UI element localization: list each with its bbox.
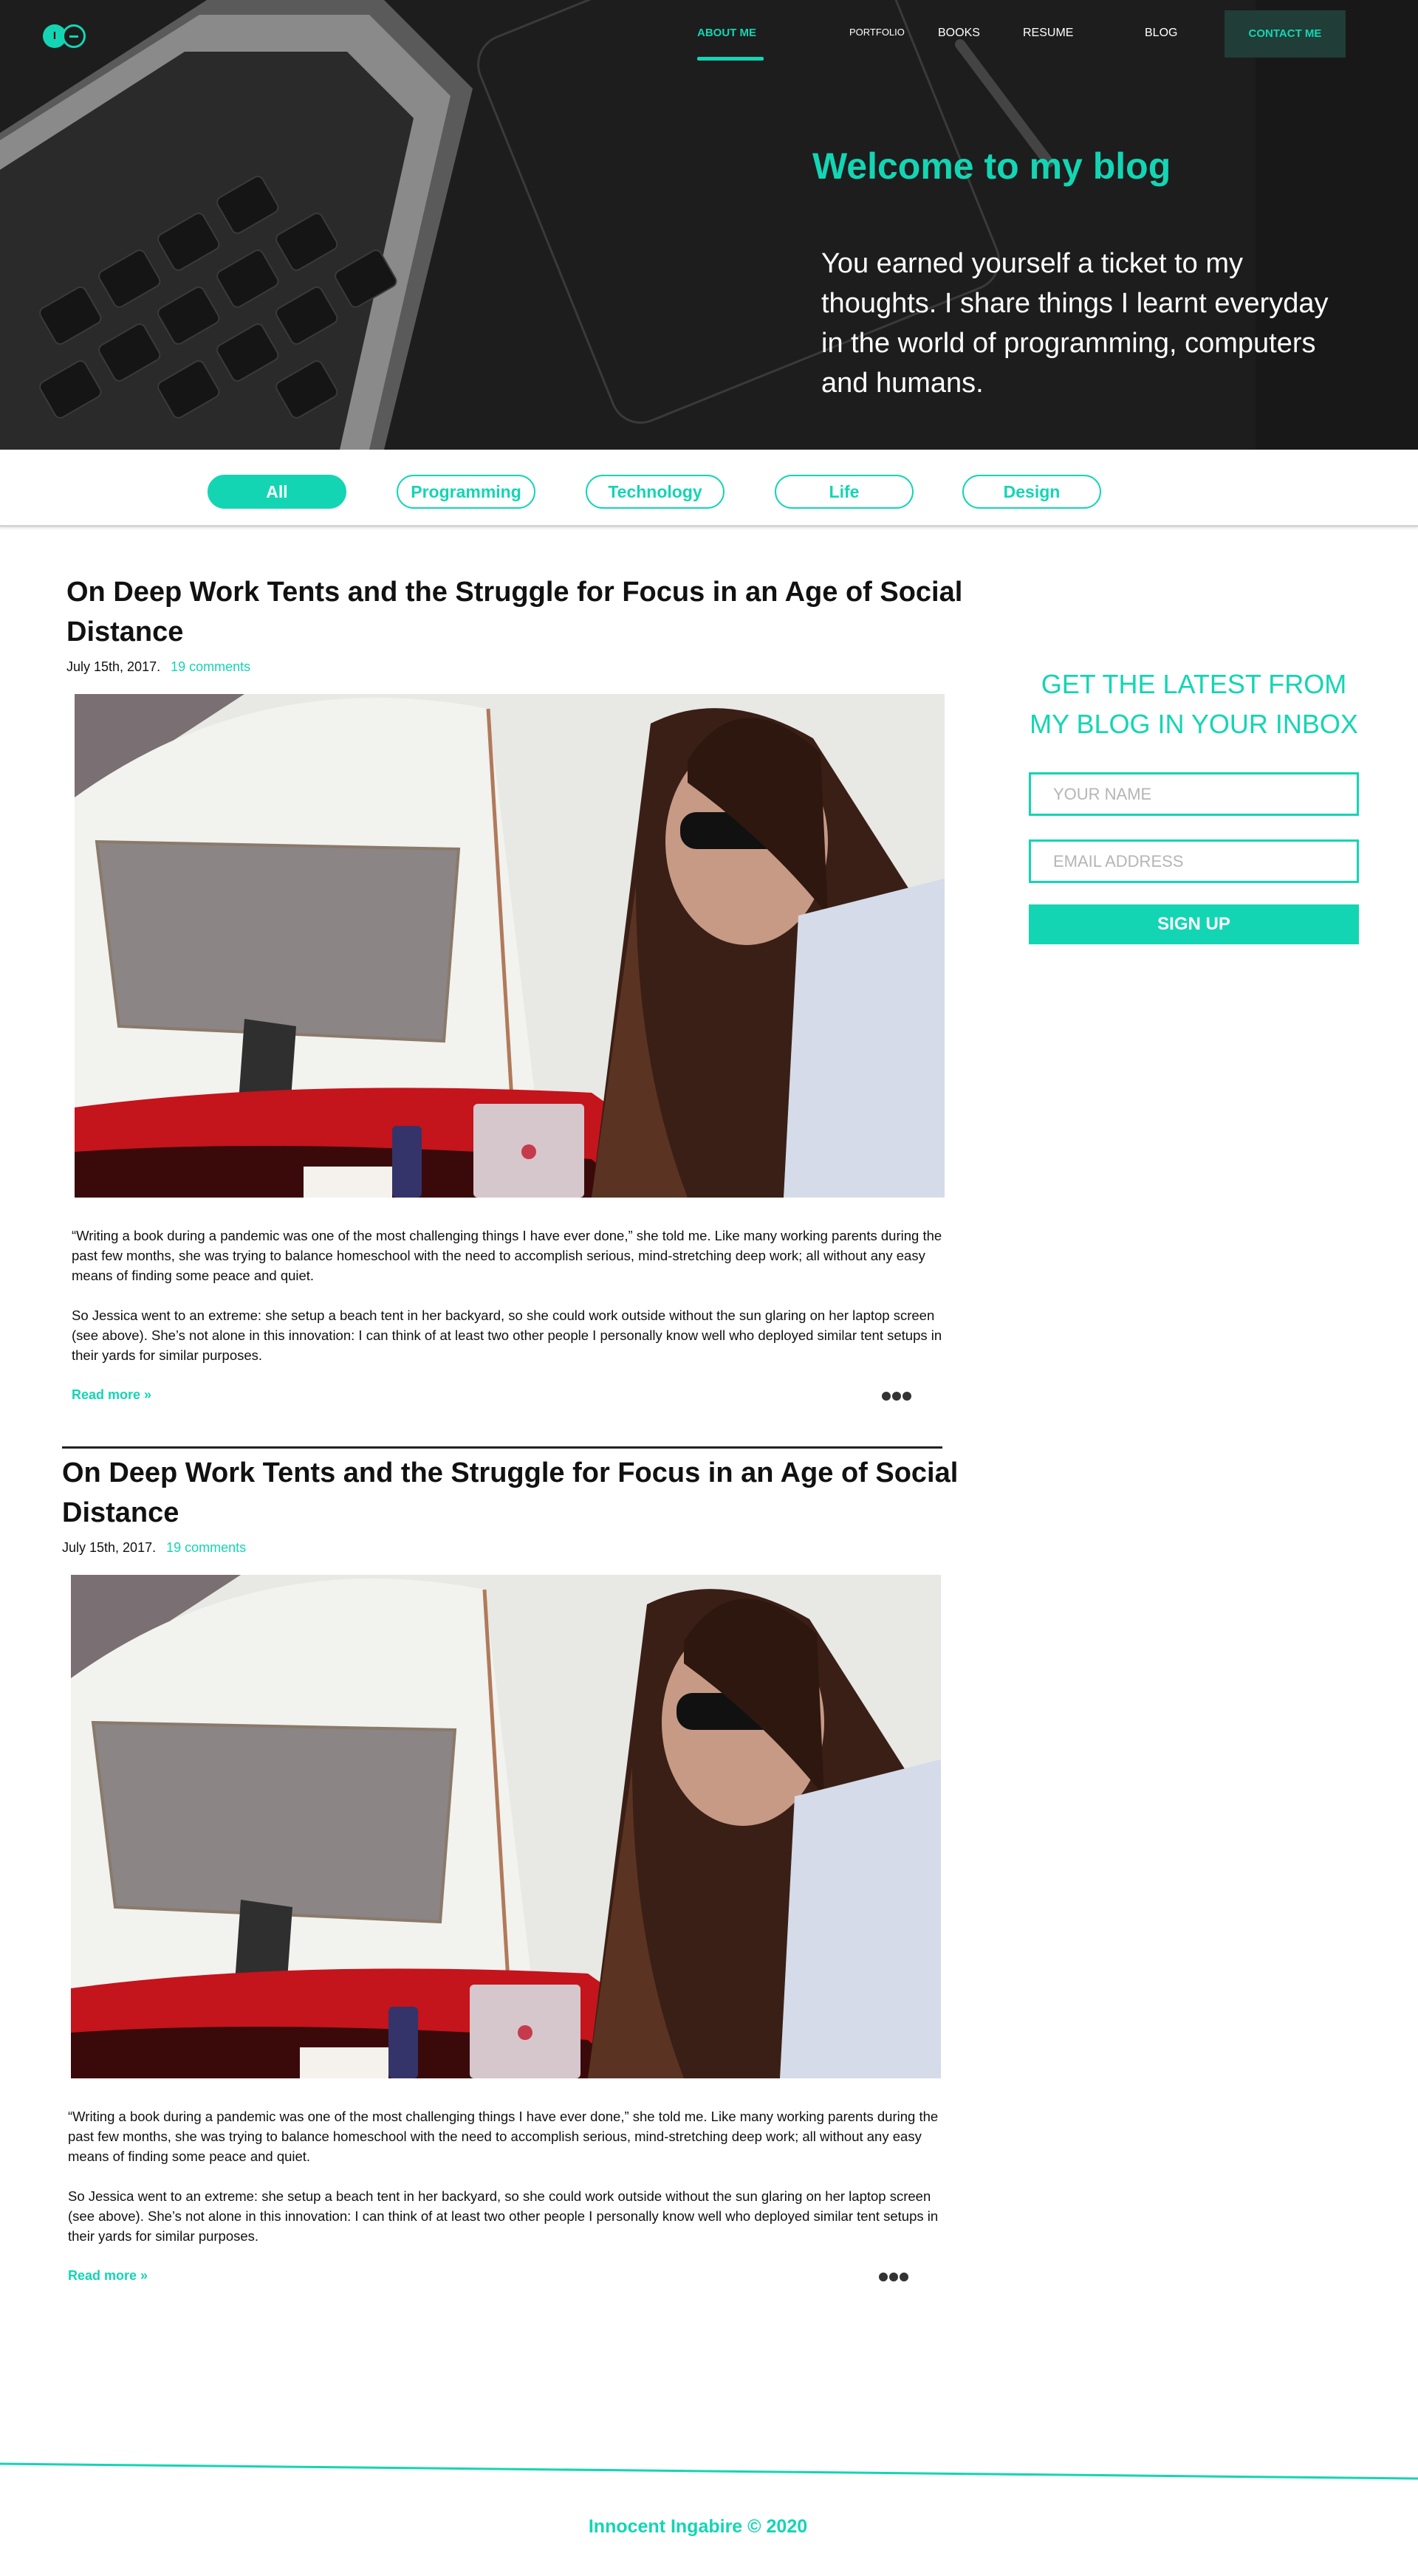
filter-design[interactable]: Design [962, 475, 1101, 509]
filter-life[interactable]: Life [775, 475, 914, 509]
post-paragraph: “Writing a book during a pandemic was on… [72, 1228, 942, 1283]
nav-resume[interactable]: RESUME [1023, 27, 1073, 40]
post-comments-link[interactable]: 19 comments [166, 1540, 246, 1555]
post-meta: July 15th, 2017. 19 comments [66, 659, 982, 675]
filter-programming[interactable]: Programming [397, 475, 535, 509]
email-field[interactable] [1029, 839, 1359, 883]
hero-text: You earned yourself a ticket to my thoug… [821, 248, 1329, 399]
read-more-link[interactable]: Read more » [68, 2268, 148, 2284]
footer-copyright: Innocent Ingabire © 2020 [588, 2516, 808, 2537]
post-image [71, 1575, 941, 2078]
post-paragraph: So Jessica went to an extreme: she setup… [68, 2188, 939, 2244]
blog-post: On Deep Work Tents and the Struggle for … [66, 572, 982, 675]
nav-books[interactable]: BOOKS [938, 27, 980, 40]
nav-blog[interactable]: BLOG [1145, 27, 1177, 40]
newsletter-signup: GET THE LATEST FROM MY BLOG IN YOUR INBO… [1029, 664, 1359, 944]
contact-me-button[interactable]: CONTACT ME [1225, 10, 1346, 58]
more-dots-icon[interactable] [882, 1392, 911, 1402]
active-nav-underline [697, 57, 764, 61]
post-paragraph: So Jessica went to an extreme: she setup… [72, 1308, 942, 1363]
logo-ring [62, 24, 86, 48]
name-field[interactable] [1029, 772, 1359, 816]
footer-divider [0, 2462, 1418, 2480]
post-paragraph: “Writing a book during a pandemic was on… [68, 2109, 939, 2164]
post-excerpt: “Writing a book during a pandemic was on… [72, 1226, 958, 1365]
post-date: July 15th, 2017. [62, 1540, 157, 1555]
logo-icon[interactable]: I [43, 24, 86, 49]
post-date: July 15th, 2017. [66, 659, 161, 674]
post-meta: July 15th, 2017. 19 comments [62, 1540, 978, 1556]
category-filter-bar: All Programming Technology Life Design [0, 450, 1418, 527]
post-title[interactable]: On Deep Work Tents and the Struggle for … [66, 572, 982, 652]
newsletter-heading: GET THE LATEST FROM MY BLOG IN YOUR INBO… [1030, 669, 1358, 739]
filter-technology[interactable]: Technology [586, 475, 725, 509]
more-dots-icon[interactable] [879, 2273, 908, 2283]
sign-up-button[interactable]: SIGN UP [1029, 904, 1359, 944]
post-comments-link[interactable]: 19 comments [171, 659, 250, 674]
nav-portfolio[interactable]: PORTFOLIO [849, 27, 905, 38]
filter-all[interactable]: All [208, 475, 346, 509]
read-more-link[interactable]: Read more » [72, 1387, 151, 1403]
post-image [75, 694, 945, 1198]
post-title[interactable]: On Deep Work Tents and the Struggle for … [62, 1453, 978, 1533]
hero-title: Welcome to my blog [812, 145, 1171, 187]
post-excerpt: “Writing a book during a pandemic was on… [68, 2106, 954, 2246]
nav-about-me[interactable]: ABOUT ME [697, 27, 756, 39]
post-divider [62, 1446, 942, 1449]
blog-post: On Deep Work Tents and the Struggle for … [62, 1453, 978, 1556]
hero-banner: I ABOUT ME PORTFOLIO BOOKS RESUME BLOG C… [0, 0, 1418, 450]
